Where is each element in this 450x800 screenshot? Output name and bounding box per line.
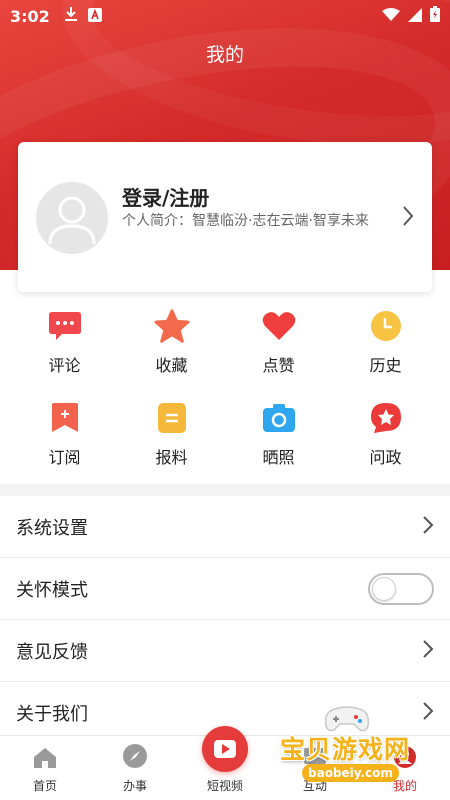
shortcut-favorite[interactable]: 收藏 [118,300,225,392]
shortcut-like[interactable]: 点赞 [225,300,332,392]
shortcut-label: 订阅 [48,448,81,467]
wifi-icon [382,7,400,26]
setting-feedback[interactable]: 意见反馈 [0,620,450,682]
shortcut-inquiry[interactable]: 问政 [332,392,439,484]
settings-list: 系统设置 关怀模式 意见反馈 关于我们 [0,496,450,744]
toggle-knob [372,576,396,601]
section-divider [0,484,450,496]
setting-label: 关怀模式 [16,579,88,601]
clock-icon [368,308,404,344]
default-avatar-icon [48,196,96,245]
care-mode-toggle[interactable] [368,572,434,605]
tab-services[interactable]: 办事 [90,736,180,800]
shortcut-label: 点赞 [262,356,295,375]
shortcut-label: 评论 [48,356,81,375]
shortcut-report[interactable]: 报料 [118,392,225,484]
status-time: 3:02 [10,6,50,26]
comment-icon [47,308,83,344]
download-icon [64,6,78,26]
compass-icon [122,743,148,773]
tab-label: 办事 [122,779,147,793]
app-notification-icon [87,7,102,26]
shortcut-photo[interactable]: 晒照 [225,392,332,484]
profile-card[interactable]: 登录/注册 个人简介：智慧临汾·志在云端·智享未来 [18,142,432,292]
shortcut-comment[interactable]: 评论 [11,300,118,392]
status-bar: 3:02 [0,0,450,32]
watermark: 宝贝游戏网 baobeiy.com [272,706,432,788]
shortcut-label: 历史 [369,356,402,375]
setting-label: 意见反馈 [16,641,88,663]
video-play-icon [202,726,248,772]
setting-system[interactable]: 系统设置 [0,496,450,558]
star-badge-icon [368,400,404,436]
profile-bio: 个人简介：智慧临汾·志在云端·智享未来 [122,213,369,229]
chevron-right-icon [422,639,434,663]
shortcut-grid: 评论 收藏 点赞 历史 订阅 报料 晒照 问政 [0,300,450,484]
shortcut-label: 问政 [369,448,402,467]
watermark-title: 宝贝游戏网 [280,735,411,764]
page-title: 我的 [205,44,244,66]
tab-short-video[interactable]: 短视频 [180,726,270,800]
chevron-right-icon [422,515,434,539]
tab-home[interactable]: 首页 [0,736,90,800]
shortcut-label: 晒照 [262,448,295,467]
signal-icon [408,7,422,26]
shortcut-subscribe[interactable]: 订阅 [11,392,118,484]
watermark-url: baobeiy.com [302,764,399,782]
chevron-right-icon [402,205,414,231]
tab-label: 首页 [32,779,57,793]
setting-label: 关于我们 [16,703,88,725]
star-icon [153,308,190,344]
bookmark-icon [47,400,83,436]
shortcut-history[interactable]: 历史 [332,300,439,392]
report-icon [154,400,190,436]
battery-icon [430,6,440,26]
shortcut-label: 报料 [155,448,188,467]
camera-icon [261,400,297,436]
avatar[interactable] [36,182,108,254]
heart-icon [261,308,297,344]
shortcut-label: 收藏 [155,356,188,375]
tab-label: 短视频 [206,779,243,793]
setting-label: 系统设置 [16,517,88,539]
login-register-link[interactable]: 登录/注册 [122,182,209,211]
home-icon [33,747,57,773]
setting-care-mode: 关怀模式 [0,558,450,620]
